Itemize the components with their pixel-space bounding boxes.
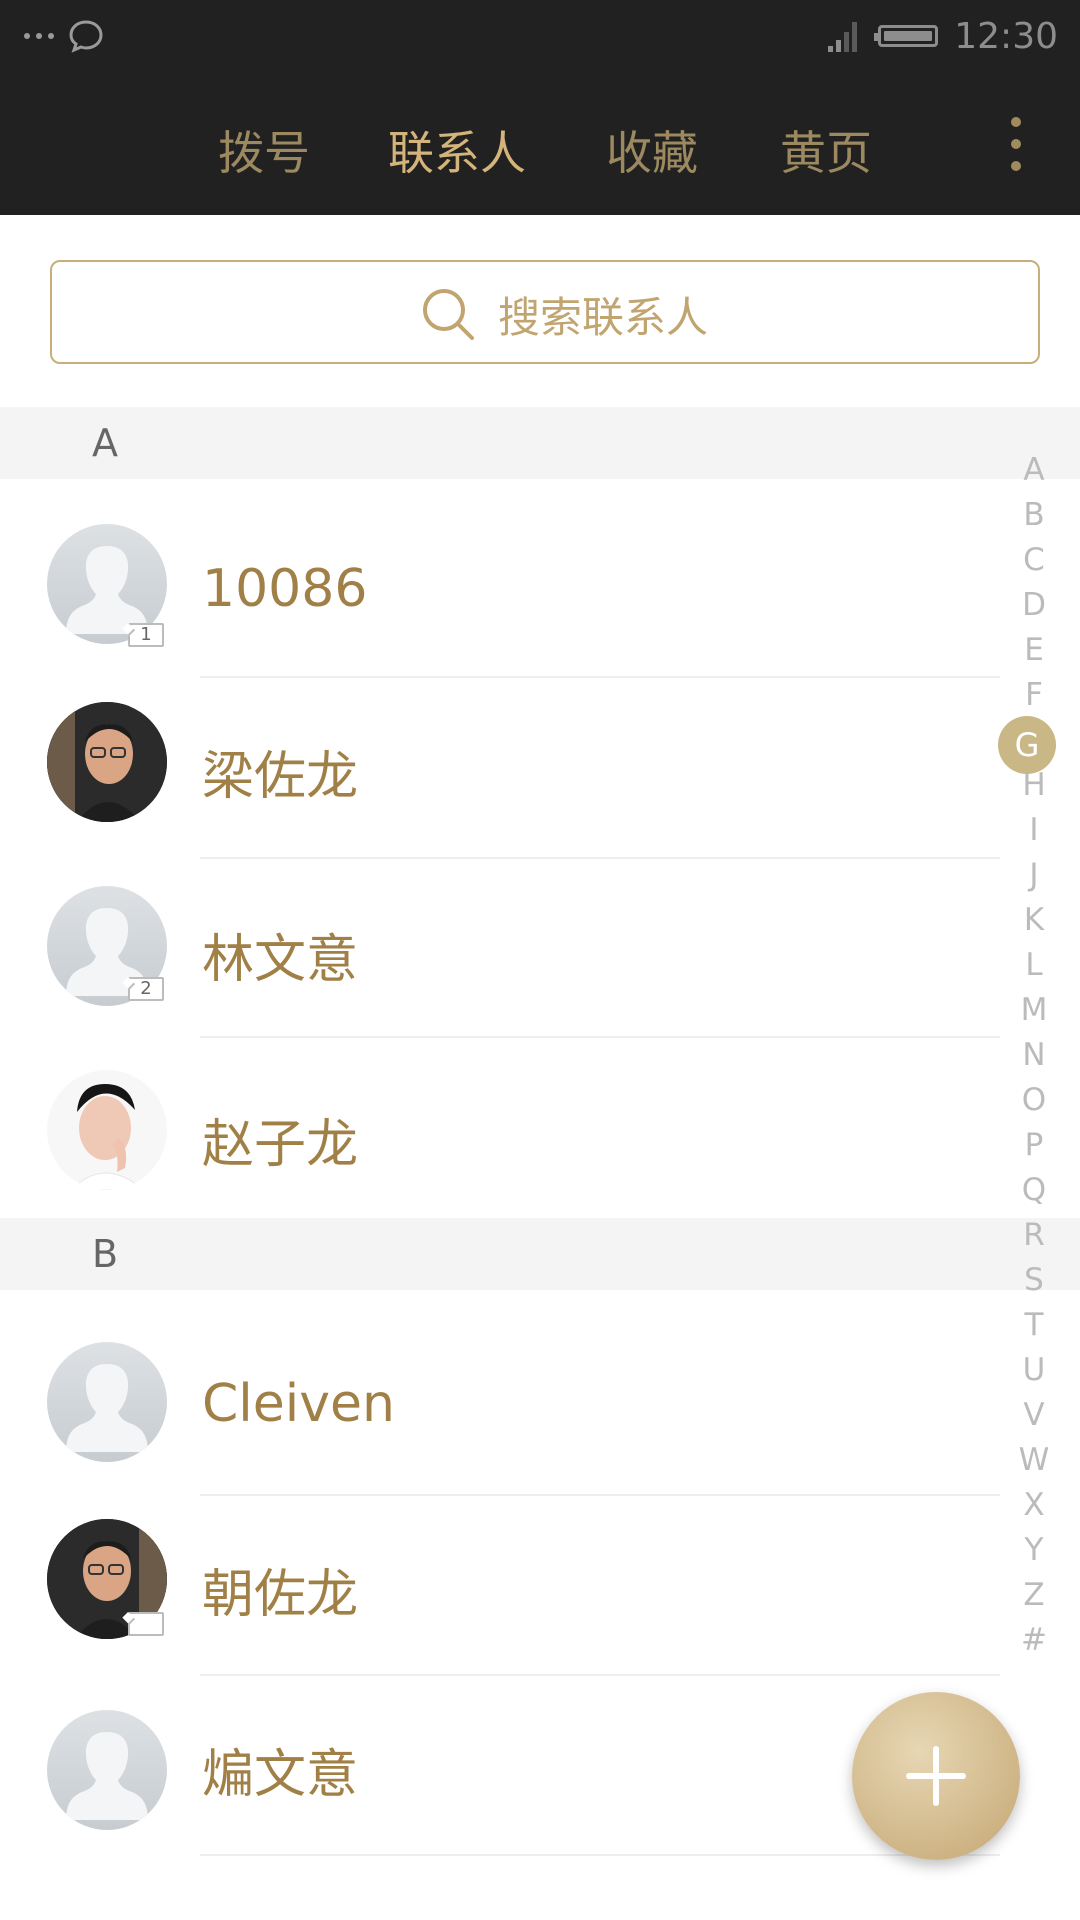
contact-row[interactable]: 朝佐龙 [0, 1496, 1000, 1672]
top-bar: 12:30 拨号 联系人 收藏 黄页 [0, 0, 1080, 215]
index-letter-r[interactable]: R [1012, 1217, 1056, 1253]
index-letter-a[interactable]: A [1012, 452, 1056, 488]
index-selected-letter: G [998, 716, 1056, 774]
search-input[interactable]: 搜索联系人 [50, 260, 1040, 364]
contact-name: 梁佐龙 [202, 747, 359, 807]
index-letter-t[interactable]: T [1012, 1307, 1056, 1343]
index-letter-hash[interactable]: # [1012, 1622, 1056, 1658]
contact-row[interactable]: Cleiven [0, 1320, 1000, 1496]
sim-1-badge: 1 [128, 623, 164, 647]
index-letter-l[interactable]: L [1012, 947, 1056, 983]
person-silhouette-icon [66, 1364, 148, 1452]
status-time: 12:30 [954, 15, 1058, 57]
tab-favorites[interactable]: 收藏 [606, 117, 698, 183]
contact-name: 林文意 [202, 930, 359, 990]
index-letter-p[interactable]: P [1012, 1127, 1056, 1163]
default-avatar [47, 1342, 167, 1462]
contact-name: 煸文意 [202, 1745, 359, 1805]
section-header-b: B [0, 1218, 1080, 1290]
signal-icon [828, 22, 858, 52]
tab-bar: 拨号 联系人 收藏 黄页 [0, 95, 1080, 195]
contact-name: Cleiven [202, 1374, 395, 1434]
contact-photo [47, 702, 167, 822]
index-letter-o[interactable]: O [1012, 1082, 1056, 1118]
section-letter: B [92, 1232, 119, 1276]
contact-name: 朝佐龙 [202, 1565, 359, 1625]
index-letter-f[interactable]: F [1012, 677, 1056, 713]
index-letter-s[interactable]: S [1012, 1262, 1056, 1298]
photo-avatar [47, 702, 167, 822]
index-letter-n[interactable]: N [1012, 1037, 1056, 1073]
more-notifications-icon [24, 33, 54, 39]
photo-avatar [47, 1070, 167, 1190]
index-letter-e[interactable]: E [1012, 632, 1056, 668]
index-letter-j[interactable]: J [1012, 857, 1056, 893]
plus-icon-stroke [933, 1746, 939, 1806]
default-avatar [47, 1710, 167, 1830]
index-letter-m[interactable]: M [1012, 992, 1056, 1028]
contact-photo [47, 1070, 167, 1190]
search-placeholder: 搜索联系人 [498, 293, 709, 342]
index-letter-q[interactable]: Q [1012, 1172, 1056, 1208]
index-letter-b[interactable]: B [1012, 497, 1056, 533]
person-silhouette-icon [66, 1732, 148, 1820]
divider [200, 1854, 1000, 1856]
tab-yellow-pages[interactable]: 黄页 [780, 117, 872, 183]
add-contact-button[interactable] [852, 1692, 1020, 1860]
index-letter-y[interactable]: Y [1012, 1532, 1056, 1568]
contact-name: 赵子龙 [202, 1115, 359, 1175]
index-letter-d[interactable]: D [1012, 587, 1056, 623]
sim-badge [128, 1612, 164, 1636]
index-letter-w[interactable]: W [1012, 1442, 1056, 1478]
contact-row[interactable]: 煸文意 [0, 1676, 1000, 1852]
index-letter-v[interactable]: V [1012, 1397, 1056, 1433]
index-letter-x[interactable]: X [1012, 1487, 1056, 1523]
index-letter-i[interactable]: I [1012, 812, 1056, 848]
contact-row[interactable]: 赵子龙 [0, 1038, 1000, 1214]
section-header-a: A [0, 407, 1080, 479]
battery-icon [874, 25, 939, 47]
tab-contacts[interactable]: 联系人 [388, 117, 526, 183]
status-bar-left [24, 20, 104, 53]
status-bar-right: 12:30 [826, 14, 1058, 58]
section-letter: A [92, 421, 118, 465]
tab-dial[interactable]: 拨号 [218, 117, 310, 183]
contact-row[interactable]: 2 林文意 [0, 859, 1000, 1035]
index-letter-c[interactable]: C [1012, 542, 1056, 578]
sim-2-badge: 2 [128, 977, 164, 1001]
index-letter-z[interactable]: Z [1012, 1577, 1056, 1613]
index-letter-u[interactable]: U [1012, 1352, 1056, 1388]
more-options-button[interactable] [1000, 115, 1032, 175]
search-icon [423, 289, 474, 340]
contact-name: 10086 [202, 559, 368, 619]
contact-row[interactable]: 梁佐龙 [0, 678, 1000, 854]
message-icon [69, 20, 103, 53]
contact-row[interactable]: 1 10086 [0, 501, 1000, 677]
index-letter-k[interactable]: K [1012, 902, 1056, 938]
